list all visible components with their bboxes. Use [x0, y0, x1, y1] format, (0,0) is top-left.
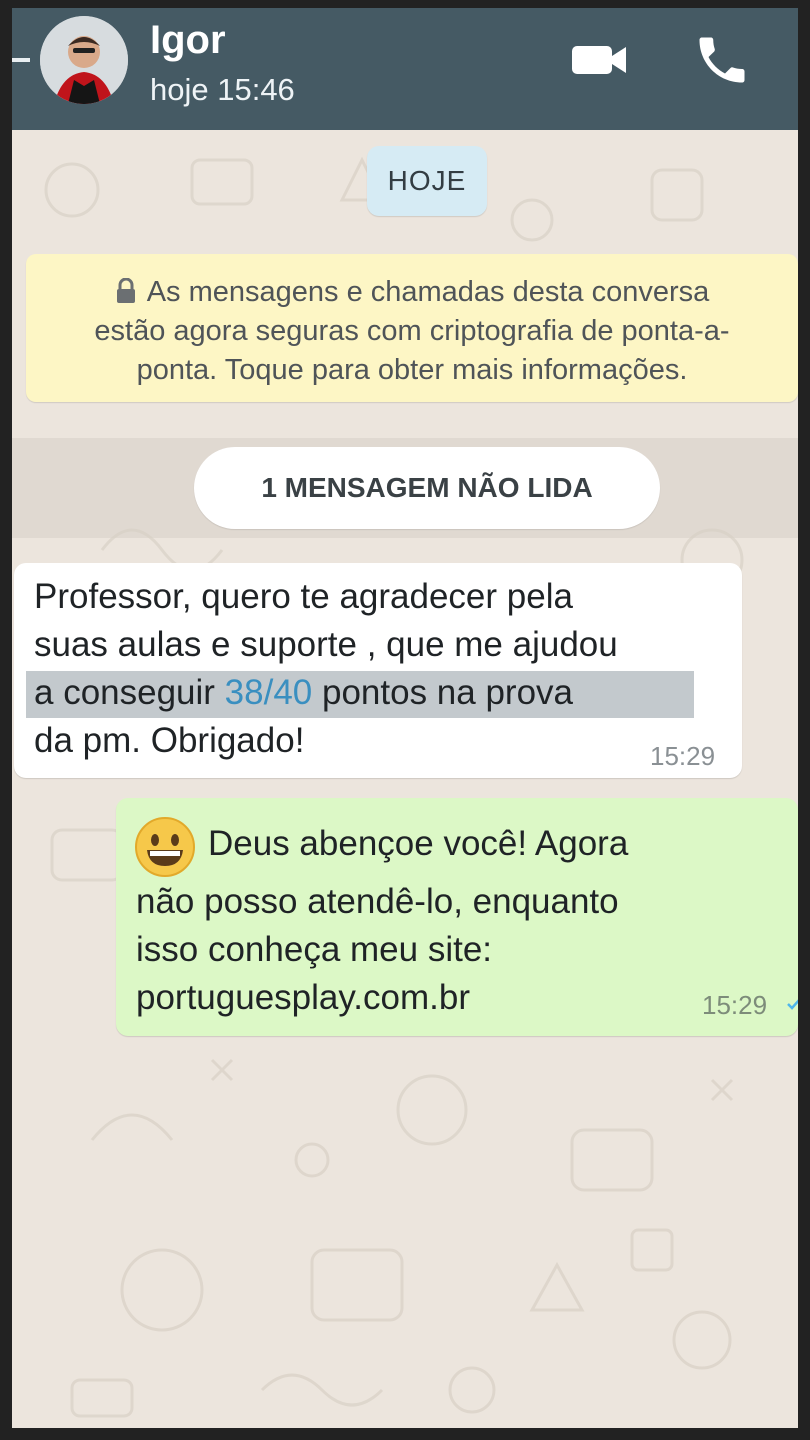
message-text-line: a conseguir 38/40 pontos na prova — [34, 673, 573, 713]
back-arrow-icon[interactable] — [12, 58, 30, 62]
phone-screen: Igor hoje 15:46 HOJE As mensagens e cham… — [12, 8, 798, 1428]
message-text: pontos na prova — [312, 673, 574, 712]
contact-name[interactable]: Igor — [150, 18, 226, 63]
avatar[interactable] — [40, 16, 128, 104]
date-chip: HOJE — [367, 146, 487, 216]
message-text-line: da pm. Obrigado! — [34, 721, 305, 760]
message-text-line: Deus abençoe você! Agora — [208, 824, 629, 863]
incoming-message-bubble[interactable]: Professor, quero te agradecer pela suas … — [14, 563, 742, 778]
grinning-face-emoji-icon — [134, 816, 196, 878]
encryption-notice[interactable]: As mensagens e chamadas desta conversa e… — [26, 254, 798, 402]
video-camera-icon[interactable] — [568, 36, 630, 84]
message-text-line: isso conheça meu site: — [136, 930, 493, 969]
message-text-line: não posso atendê-lo, enquanto — [136, 882, 619, 921]
encryption-notice-line: ponta. Toque para obter mais informações… — [136, 354, 688, 386]
message-timestamp: 15:29 — [650, 741, 716, 771]
unread-messages-divider: 1 MENSAGEM NÃO LIDA — [194, 447, 660, 529]
message-text-line: Professor, quero te agradecer pela — [34, 577, 573, 616]
lock-icon — [115, 277, 137, 304]
message-text: a conseguir — [34, 673, 225, 712]
website-link[interactable]: portuguesplay.com.br — [136, 978, 470, 1018]
phone-icon[interactable] — [692, 30, 752, 90]
encryption-notice-text: As mensagens e chamadas desta conversa — [146, 276, 710, 308]
highlighted-score: 38/40 — [224, 673, 313, 712]
message-timestamp: 15:29 — [702, 990, 768, 1020]
check-icon — [786, 996, 798, 1012]
encryption-notice-line: As mensagens e chamadas desta conversa — [26, 276, 798, 309]
encryption-notice-line: estão agora seguras com criptografia de … — [94, 315, 730, 347]
outgoing-message-bubble[interactable]: Deus abençoe você! Agora não posso atend… — [116, 798, 798, 1036]
chat-header: Igor hoje 15:46 — [12, 8, 798, 130]
message-text-line: suas aulas e suporte , que me ajudou — [34, 625, 618, 664]
last-seen-status: hoje 15:46 — [150, 72, 295, 107]
